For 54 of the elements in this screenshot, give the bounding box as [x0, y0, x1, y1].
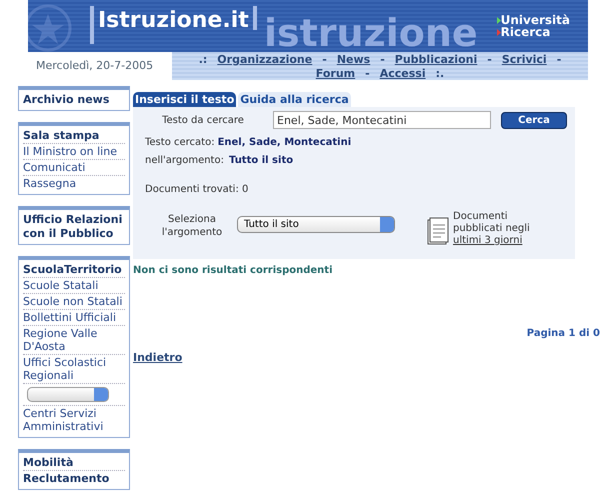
sidebar-link[interactable]: Bollettini Ufficiali: [23, 309, 125, 325]
box-title[interactable]: ScuolaTerritorio: [23, 263, 125, 277]
nav-link[interactable]: News: [336, 52, 370, 66]
bracket-icon: [90, 6, 94, 44]
topic-dropdown[interactable]: Tutto il sito: [237, 216, 395, 233]
nav-separator: :.: [436, 66, 444, 80]
search-label: Testo da cercare: [161, 114, 245, 128]
box-title[interactable]: Ufficio Relazioni con il Pubblico: [23, 213, 125, 241]
nav-separator: .:: [198, 52, 208, 66]
logo-backdrop: istruzione: [264, 14, 478, 52]
back-link[interactable]: Indietro: [133, 350, 600, 366]
date-label: Mercoledì, 20-7-2005: [36, 58, 154, 74]
tab[interactable]: Inserisci il testo: [133, 92, 236, 107]
topic-select-label: Seleziona l'argomento: [161, 213, 223, 239]
nav-separator: -: [322, 52, 327, 66]
sidebar-link[interactable]: Rassegna: [23, 175, 125, 191]
nav-separator: -: [365, 66, 370, 80]
recent-docs-link[interactable]: ultimi 3 giorni: [453, 235, 522, 246]
bracket-icon: [252, 6, 257, 30]
searched-value: Enel, Sade, Montecatini: [218, 136, 352, 150]
pagination-label: Pagina 1 di 0: [526, 327, 600, 341]
nav-link[interactable]: Pubblicazioni: [394, 52, 478, 66]
no-results-message: Non ci sono risultati corrispondenti: [133, 264, 334, 278]
header-link[interactable]: Università: [500, 14, 570, 26]
header-link[interactable]: Ricerca: [500, 26, 550, 38]
box-title[interactable]: Mobilità: [23, 456, 125, 470]
sidebar-link[interactable]: Uffici Scolastici Regionali: [23, 354, 125, 383]
dropdown-value: Tutto il sito: [244, 218, 299, 232]
sidebar-link[interactable]: Il Ministro on line: [23, 143, 125, 159]
results-count: Documenti trovati: 0: [144, 183, 250, 197]
sidebar-link[interactable]: Scuole non Statali: [23, 293, 125, 309]
sidebar-link[interactable]: Comunicati: [23, 159, 125, 175]
dropdown[interactable]: [27, 387, 109, 402]
nav-link[interactable]: Accessi: [380, 66, 426, 80]
topic-value: Tutto il sito: [228, 154, 294, 168]
nav-link[interactable]: Scrivici: [502, 52, 547, 66]
nav-separator: -: [380, 52, 385, 66]
box-title[interactable]: Archivio news: [23, 93, 125, 107]
box-title[interactable]: Reclutamento: [23, 470, 125, 486]
nav-separator: -: [556, 52, 562, 66]
topic-label: nell'argomento:: [145, 154, 224, 168]
site-logo[interactable]: Istruzione.it: [98, 10, 249, 32]
nav-separator: -: [487, 52, 492, 66]
search-button[interactable]: Cerca: [501, 112, 567, 128]
nav-link[interactable]: Forum: [316, 66, 356, 80]
nav-link[interactable]: Organizzazione: [217, 52, 312, 66]
search-field[interactable]: Enel, Sade, Montecatini: [273, 111, 491, 129]
searched-label: Testo cercato:: [145, 136, 215, 150]
sidebar-link[interactable]: Scuole Statali: [23, 277, 125, 293]
document-icon: [427, 217, 449, 245]
sidebar-link[interactable]: Regione Valle D'Aosta: [23, 325, 125, 354]
sidebar-link[interactable]: Centri Servizi Amministrativi: [23, 405, 125, 434]
tab[interactable]: Guida alla ricerca: [238, 92, 351, 107]
box-title[interactable]: Sala stampa: [23, 129, 125, 143]
